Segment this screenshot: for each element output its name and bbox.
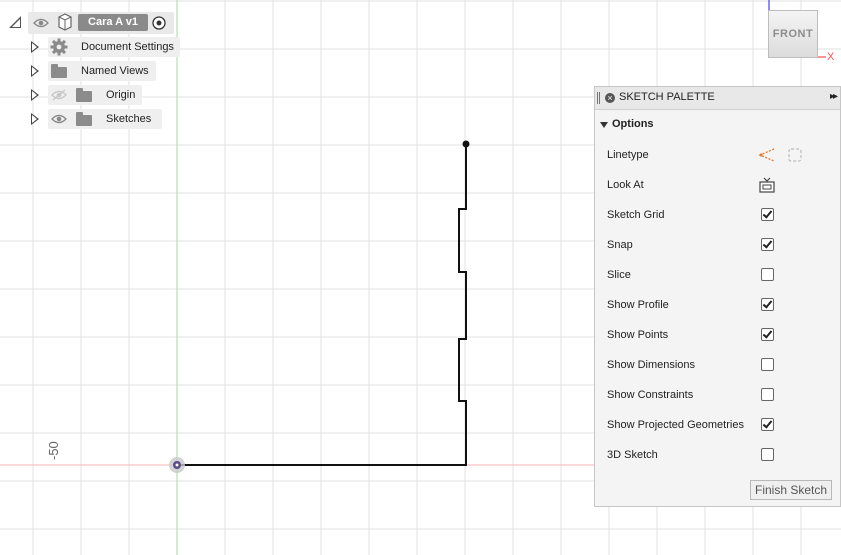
viewcube-x-label: X bbox=[827, 51, 835, 63]
component-name[interactable]: Cara A v1 bbox=[78, 14, 148, 31]
axis-value-label: -50 bbox=[46, 441, 61, 460]
tree-item-label: Named Views bbox=[81, 65, 149, 77]
expand-palette-icon[interactable]: ▸▸ bbox=[830, 91, 838, 102]
folder-icon bbox=[76, 88, 92, 102]
checkbox[interactable] bbox=[761, 298, 774, 311]
option-label: Look At bbox=[607, 179, 644, 191]
option-show-constraints: Show Constraints bbox=[595, 381, 840, 411]
option-label: Sketch Grid bbox=[607, 209, 665, 221]
drag-handle-icon[interactable] bbox=[597, 92, 600, 104]
expand-icon[interactable] bbox=[31, 113, 39, 125]
viewcube-front-face[interactable]: FRONT bbox=[768, 10, 818, 58]
eye-icon[interactable] bbox=[33, 17, 49, 29]
section-collapse-icon[interactable] bbox=[600, 122, 608, 128]
checkbox[interactable] bbox=[761, 448, 774, 461]
tree-item-label: Origin bbox=[106, 89, 136, 101]
option-show-points: Show Points bbox=[595, 321, 840, 351]
sketch-end-point[interactable] bbox=[462, 140, 470, 148]
finish-sketch-button[interactable]: Finish Sketch bbox=[750, 480, 832, 500]
construction-line-icon[interactable] bbox=[758, 147, 776, 163]
option-slice: Slice bbox=[595, 261, 840, 291]
centerline-icon[interactable] bbox=[787, 147, 803, 163]
checkbox[interactable] bbox=[761, 388, 774, 401]
expand-icon[interactable] bbox=[31, 89, 39, 101]
palette-title: SKETCH PALETTE bbox=[619, 91, 715, 103]
gear-icon bbox=[50, 38, 68, 56]
option-label: Slice bbox=[607, 269, 631, 281]
option-show-dimensions: Show Dimensions bbox=[595, 351, 840, 381]
checkbox[interactable] bbox=[761, 238, 774, 251]
checkbox[interactable] bbox=[761, 268, 774, 281]
checkbox[interactable] bbox=[761, 328, 774, 341]
checkbox[interactable] bbox=[761, 418, 774, 431]
folder-icon bbox=[51, 64, 67, 78]
option-label: Show Constraints bbox=[607, 389, 694, 401]
close-icon[interactable]: × bbox=[605, 93, 615, 103]
palette-header[interactable]: × SKETCH PALETTE ▸▸ bbox=[595, 87, 840, 110]
option-show-projected-geometries: Show Projected Geometries bbox=[595, 411, 840, 441]
option-label: Show Projected Geometries bbox=[607, 419, 744, 431]
look-at-icon[interactable] bbox=[759, 177, 775, 193]
option-sketch-grid: Sketch Grid bbox=[595, 201, 840, 231]
option-look-at: Look At bbox=[595, 171, 840, 201]
origin-point-center bbox=[175, 463, 179, 467]
option-label: Snap bbox=[607, 239, 633, 251]
component-icon bbox=[58, 13, 72, 31]
checkbox[interactable] bbox=[761, 358, 774, 371]
checkbox[interactable] bbox=[761, 208, 774, 221]
option-show-profile: Show Profile bbox=[595, 291, 840, 321]
eye-icon[interactable] bbox=[51, 113, 67, 125]
tree-item-label: Document Settings bbox=[81, 41, 174, 53]
option-linetype: Linetype bbox=[595, 141, 840, 171]
option-3d-sketch: 3D Sketch bbox=[595, 441, 840, 471]
tree-item-label: Sketches bbox=[106, 113, 152, 125]
eye-hidden-icon[interactable] bbox=[51, 89, 67, 101]
collapse-icon[interactable] bbox=[9, 16, 21, 28]
folder-icon bbox=[76, 112, 92, 126]
option-label: Show Dimensions bbox=[607, 359, 696, 371]
options-section-title[interactable]: Options bbox=[612, 118, 654, 130]
expand-icon[interactable] bbox=[31, 41, 39, 53]
option-label: 3D Sketch bbox=[607, 449, 658, 461]
activate-radio-icon[interactable] bbox=[152, 16, 166, 30]
option-label: Show Points bbox=[607, 329, 669, 341]
option-label: Show Profile bbox=[607, 299, 669, 311]
expand-icon[interactable] bbox=[31, 65, 39, 77]
option-label: Linetype bbox=[607, 149, 649, 161]
sketch-palette: × SKETCH PALETTE ▸▸ Options Linetype Loo… bbox=[594, 86, 841, 507]
option-snap: Snap bbox=[595, 231, 840, 261]
